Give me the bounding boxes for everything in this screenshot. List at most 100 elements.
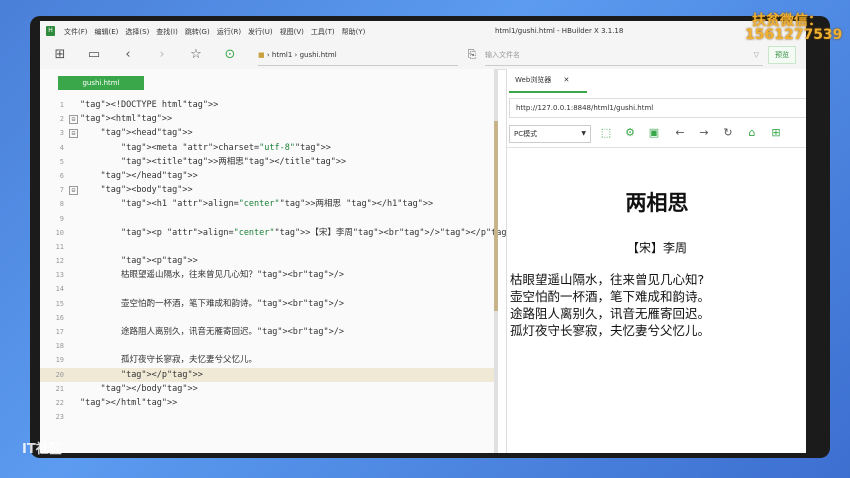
code-line[interactable]: 13 枯眼望遥山隔水，往来曾见几心知？"tag"><br"tag">/> — [40, 268, 498, 282]
code-line[interactable]: 22 "tag"></html"tag">> — [40, 396, 498, 410]
grid-icon[interactable]: ⊞ — [769, 125, 783, 141]
star-icon[interactable]: ☆ — [188, 47, 204, 63]
breadcrumb[interactable]: ■ › html1 › gushi.html — [258, 45, 458, 66]
new-file-icon[interactable]: ⊞ — [52, 47, 68, 63]
code-text: "tag"><h1 "attr">align="center""tag">>两相… — [120, 199, 434, 210]
lock-icon[interactable]: ⌂ — [745, 125, 759, 141]
menu-help[interactable]: 帮助(Y) — [342, 27, 366, 37]
line-number: 5 — [59, 157, 64, 166]
save-icon[interactable]: ▭ — [86, 47, 102, 63]
page-author: 【宋】李周 — [626, 241, 687, 255]
forward-icon[interactable]: › — [154, 47, 170, 63]
fold-toggle-icon[interactable]: ⊟ — [69, 186, 78, 196]
code-line[interactable]: 4 "tag"><meta "attr">charset="utf-8""tag… — [40, 141, 498, 155]
code-line[interactable]: 20 "tag"></p"tag">> — [40, 367, 498, 382]
code-line[interactable]: 1 "tag"><!DOCTYPE html"tag">> — [40, 98, 498, 112]
code-text: "tag"><meta "attr">charset="utf-8""tag">… — [120, 142, 331, 153]
settings-icon[interactable]: ⚙ — [623, 125, 637, 141]
code-line[interactable]: 6 "tag"></head"tag">> — [40, 169, 498, 183]
web-browser-panel: Web浏览器 ✕ http://127.0.0.1:8848/html1/gus… — [506, 69, 806, 453]
preview-button[interactable]: 预览 — [768, 46, 796, 64]
code-text: "tag"><body"tag">> — [100, 185, 193, 196]
code-text: "tag"><html"tag">> — [80, 114, 173, 125]
document-search-icon[interactable]: ⎘ — [464, 47, 480, 63]
code-line[interactable]: 18 — [40, 339, 498, 353]
code-line[interactable]: 8 "tag"><h1 "attr">align="center""tag">>… — [40, 197, 498, 211]
line-number: 8 — [59, 200, 64, 209]
forward-arrow-icon[interactable]: → — [697, 125, 711, 141]
menu-file[interactable]: 文件(F) — [64, 27, 88, 37]
back-arrow-icon[interactable]: ← — [673, 125, 687, 141]
code-line[interactable]: 5 "tag"><title"tag">>两相思"tag"></title"ta… — [40, 155, 498, 169]
code-text: "tag"></head"tag">> — [100, 170, 198, 181]
code-text: 壶空怕酌一杯酒，笔下难成和韵诗。"tag"><br"tag">/> — [80, 298, 344, 309]
code-line[interactable]: 11 — [40, 240, 498, 254]
watermark-line-2: 1561277539 — [745, 27, 843, 43]
line-number: 11 — [55, 242, 64, 251]
line-number: 22 — [55, 398, 64, 407]
menu-goto[interactable]: 跳转(G) — [185, 27, 210, 37]
back-icon[interactable]: ‹ — [120, 47, 136, 63]
breadcrumb-folder[interactable]: html1 — [272, 51, 292, 59]
editor-scrollbar-thumb[interactable] — [494, 121, 498, 311]
poem-line-2: 壶空怕酌一杯酒，笔下难成和韵诗。 — [510, 289, 711, 304]
filter-icon[interactable]: ▽ — [754, 45, 759, 65]
menu-edit[interactable]: 编辑(E) — [95, 27, 119, 37]
hbuilder-window: H 文件(F) 编辑(E) 选择(S) 查找(I) 跳转(G) 运行(R) 发行… — [40, 21, 806, 453]
menu-view[interactable]: 视图(V) — [280, 27, 304, 37]
line-number: 12 — [55, 257, 64, 266]
screenshot-icon[interactable]: ⬚ — [599, 125, 613, 141]
code-line[interactable]: 3 ⊟ "tag"><head"tag">> — [40, 126, 498, 140]
menu-publish[interactable]: 发行(U) — [248, 27, 273, 37]
code-text: "tag"></p"tag">> — [120, 369, 203, 380]
line-number: 10 — [55, 228, 64, 237]
close-icon[interactable]: ✕ — [564, 76, 570, 84]
menu-select[interactable]: 选择(S) — [125, 27, 149, 37]
code-line[interactable]: 9 — [40, 212, 498, 226]
code-line[interactable]: 21 "tag"></body"tag">> — [40, 382, 498, 396]
code-text: "tag"><p"tag">> — [120, 256, 198, 267]
tab-web-browser[interactable]: Web浏览器 ✕ — [509, 69, 587, 93]
line-number: 9 — [59, 214, 64, 223]
file-search-placeholder: 输入文件名 — [485, 51, 520, 59]
code-line[interactable]: 2 ⊟ "tag"><html"tag">> — [40, 112, 498, 126]
code-line[interactable]: 17 途路阻人离别久，讯音无雁寄回迟。"tag"><br"tag">/> — [40, 325, 498, 339]
chevron-down-icon: ▼ — [581, 130, 586, 137]
toolbar: ⊞ ▭ ‹ › ☆ ⊙ ■ › html1 › gushi.html ⎘ 输入文… — [40, 41, 806, 70]
line-number: 6 — [59, 171, 64, 180]
line-number: 1 — [59, 101, 64, 109]
device-mode-select[interactable]: PC模式 ▼ — [509, 125, 591, 143]
code-lines[interactable]: 1 "tag"><!DOCTYPE html"tag">> 2 ⊟ "tag"><htm… — [40, 98, 522, 424]
menubar: H 文件(F) 编辑(E) 选择(S) 查找(I) 跳转(G) 运行(R) 发行… — [40, 21, 806, 41]
poem-line-1: 枯眼望遥山隔水，往来曾见几心知? — [510, 272, 705, 287]
url-input[interactable]: http://127.0.0.1:8848/html1/gushi.html — [509, 98, 806, 118]
line-number: 7 — [59, 186, 64, 195]
code-line[interactable]: 14 — [40, 282, 498, 296]
fold-toggle-icon[interactable]: ⊟ — [69, 129, 78, 139]
line-number: 21 — [55, 384, 64, 393]
device-mode-value: PC模式 — [514, 130, 538, 138]
code-line[interactable]: 10 "tag"><p "attr">align="center""tag">>… — [40, 226, 522, 240]
poem-text: 枯眼望遥山隔水，往来曾见几心知? 壶空怕酌一杯酒，笔下难成和韵诗。 途路阻人离别… — [510, 271, 710, 339]
code-editor[interactable]: gushi.html 1 "tag"><!DOCTYPE html"tag">> 2… — [40, 69, 522, 453]
fold-toggle-icon[interactable]: ⊟ — [69, 115, 78, 125]
refresh-icon[interactable]: ↻ — [721, 125, 735, 141]
line-number: 18 — [55, 342, 64, 351]
page-heading: 两相思 — [625, 191, 689, 215]
menu-tools[interactable]: 工具(T) — [311, 27, 335, 37]
console-icon[interactable]: ▣ — [647, 125, 661, 141]
menu-find[interactable]: 查找(I) — [156, 27, 178, 37]
breadcrumb-file[interactable]: gushi.html — [300, 51, 337, 59]
code-line[interactable]: 19 孤灯夜守长寥寂，夫忆妻兮父忆儿。 — [40, 353, 498, 367]
code-line[interactable]: 23 — [40, 410, 498, 424]
menu-run[interactable]: 运行(R) — [217, 27, 241, 37]
run-icon[interactable]: ⊙ — [222, 47, 238, 63]
code-line[interactable]: 7 ⊟ "tag"><body"tag">> — [40, 183, 498, 197]
tab-gushi-html[interactable]: gushi.html — [58, 76, 144, 90]
code-line[interactable]: 15 壶空怕酌一杯酒，笔下难成和韵诗。"tag"><br"tag">/> — [40, 297, 498, 311]
code-line[interactable]: 12 "tag"><p"tag">> — [40, 254, 498, 268]
code-text: "tag"></html"tag">> — [80, 397, 178, 408]
code-text: "tag"><p "attr">align="center""tag">>【宋】… — [120, 227, 522, 238]
code-line[interactable]: 16 — [40, 311, 498, 325]
file-search-input[interactable]: 输入文件名 ▽ — [485, 45, 763, 66]
